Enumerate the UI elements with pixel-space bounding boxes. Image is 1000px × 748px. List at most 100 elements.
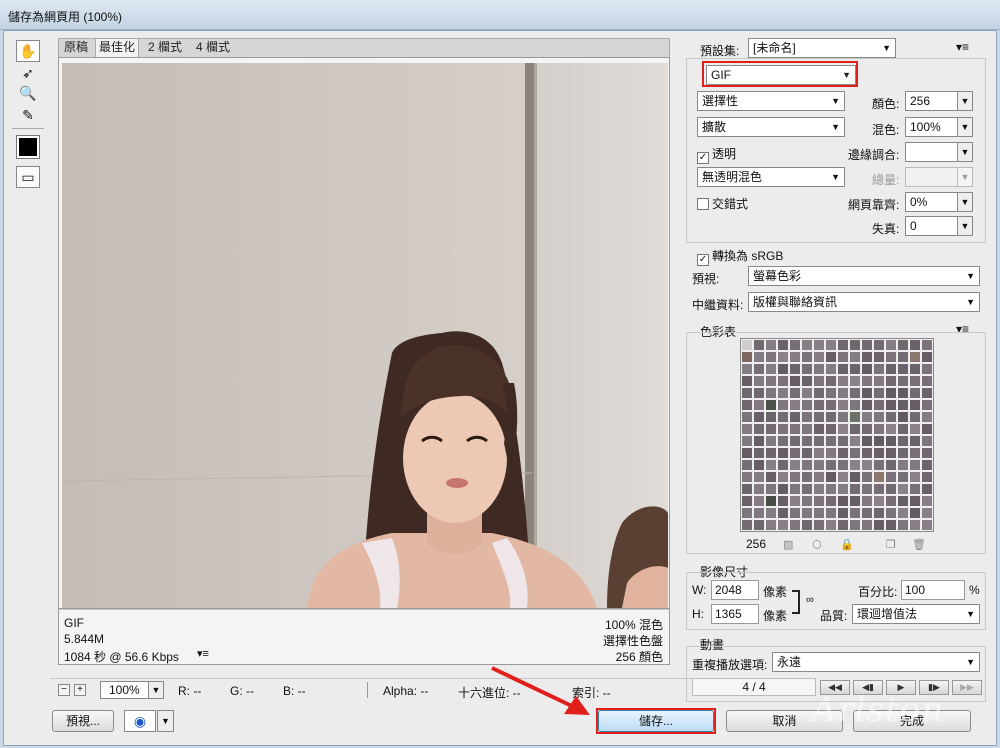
color-swatch[interactable] bbox=[741, 483, 753, 495]
color-swatch[interactable] bbox=[885, 483, 897, 495]
color-swatch[interactable] bbox=[921, 363, 933, 375]
color-swatch[interactable] bbox=[789, 423, 801, 435]
color-swatch[interactable] bbox=[813, 423, 825, 435]
color-swatch[interactable] bbox=[753, 411, 765, 423]
color-swatch[interactable] bbox=[765, 339, 777, 351]
color-swatch[interactable] bbox=[885, 519, 897, 531]
color-swatch[interactable] bbox=[873, 375, 885, 387]
color-swatch[interactable] bbox=[885, 447, 897, 459]
color-swatch[interactable] bbox=[741, 423, 753, 435]
color-swatch[interactable] bbox=[837, 435, 849, 447]
color-swatch[interactable] bbox=[861, 423, 873, 435]
color-swatch[interactable] bbox=[789, 459, 801, 471]
color-swatch[interactable] bbox=[837, 483, 849, 495]
preset-select[interactable]: [未命名] ▼ bbox=[748, 38, 896, 58]
eyedropper-tool-icon[interactable]: ✎ bbox=[16, 104, 40, 126]
color-swatch[interactable] bbox=[789, 507, 801, 519]
color-swatch[interactable] bbox=[873, 399, 885, 411]
color-swatch[interactable] bbox=[897, 387, 909, 399]
color-swatch[interactable] bbox=[741, 495, 753, 507]
color-swatch[interactable] bbox=[849, 519, 861, 531]
color-swatch[interactable] bbox=[849, 399, 861, 411]
color-swatch[interactable] bbox=[909, 351, 921, 363]
color-swatch[interactable] bbox=[921, 459, 933, 471]
color-swatch[interactable] bbox=[753, 363, 765, 375]
color-swatch[interactable] bbox=[921, 435, 933, 447]
preset-menu-icon[interactable]: ▾≡ bbox=[956, 40, 969, 54]
color-swatch[interactable] bbox=[861, 339, 873, 351]
color-swatch[interactable] bbox=[837, 411, 849, 423]
color-swatch[interactable] bbox=[777, 459, 789, 471]
color-swatch[interactable] bbox=[765, 435, 777, 447]
height-field[interactable]: 1365 bbox=[711, 604, 759, 624]
color-swatch[interactable] bbox=[909, 375, 921, 387]
color-swatch[interactable] bbox=[741, 363, 753, 375]
new-color-icon[interactable]: ❐ bbox=[886, 538, 896, 551]
color-swatch[interactable] bbox=[825, 507, 837, 519]
color-swatch[interactable] bbox=[789, 339, 801, 351]
color-swatch[interactable] bbox=[897, 351, 909, 363]
color-swatch[interactable] bbox=[753, 351, 765, 363]
color-swatch[interactable] bbox=[825, 471, 837, 483]
color-swatch[interactable] bbox=[777, 423, 789, 435]
color-swatch[interactable] bbox=[885, 411, 897, 423]
color-swatch[interactable] bbox=[741, 447, 753, 459]
color-swatch[interactable] bbox=[789, 435, 801, 447]
color-swatch[interactable] bbox=[753, 483, 765, 495]
color-swatch[interactable] bbox=[813, 483, 825, 495]
color-swatch[interactable] bbox=[825, 459, 837, 471]
color-swatch[interactable] bbox=[849, 447, 861, 459]
color-swatch[interactable] bbox=[789, 375, 801, 387]
color-swatch[interactable] bbox=[765, 459, 777, 471]
browser-icon[interactable]: ◉ bbox=[124, 710, 156, 732]
interlaced-checkbox[interactable]: 交錯式 bbox=[697, 195, 748, 212]
color-swatch[interactable] bbox=[921, 519, 933, 531]
preview-select[interactable]: 螢幕色彩 ▼ bbox=[748, 266, 980, 286]
color-swatch[interactable] bbox=[789, 519, 801, 531]
color-swatch[interactable] bbox=[765, 519, 777, 531]
color-swatch[interactable] bbox=[741, 459, 753, 471]
color-swatch[interactable] bbox=[825, 447, 837, 459]
color-swatch[interactable] bbox=[777, 363, 789, 375]
color-swatch[interactable] bbox=[909, 495, 921, 507]
color-swatch[interactable] bbox=[885, 423, 897, 435]
color-swatch[interactable] bbox=[897, 363, 909, 375]
color-swatch[interactable] bbox=[909, 423, 921, 435]
color-swatch[interactable] bbox=[897, 423, 909, 435]
color-swatch[interactable] bbox=[849, 507, 861, 519]
color-swatch[interactable] bbox=[849, 339, 861, 351]
color-swatch[interactable] bbox=[873, 351, 885, 363]
color-swatch[interactable] bbox=[813, 507, 825, 519]
zoom-out-icon[interactable]: − bbox=[58, 684, 70, 696]
color-swatch[interactable] bbox=[885, 507, 897, 519]
color-swatch[interactable] bbox=[837, 519, 849, 531]
color-swatch[interactable] bbox=[765, 507, 777, 519]
color-swatch[interactable] bbox=[741, 507, 753, 519]
tab-original[interactable]: 原稿 bbox=[61, 39, 91, 57]
metadata-select[interactable]: 版權與聯絡資訊 ▼ bbox=[748, 292, 980, 312]
color-swatch[interactable] bbox=[837, 495, 849, 507]
color-swatch[interactable] bbox=[753, 423, 765, 435]
browser-menu-chevron-down-icon[interactable]: ▼ bbox=[157, 710, 174, 732]
color-swatch[interactable] bbox=[909, 435, 921, 447]
color-swatch[interactable] bbox=[753, 399, 765, 411]
color-swatch[interactable] bbox=[813, 435, 825, 447]
color-swatch[interactable] bbox=[873, 495, 885, 507]
color-swatch[interactable] bbox=[801, 459, 813, 471]
color-swatch[interactable] bbox=[789, 495, 801, 507]
color-swatch[interactable] bbox=[849, 459, 861, 471]
transparency-checkbox[interactable]: ✓ 透明 bbox=[697, 145, 736, 164]
color-swatch[interactable] bbox=[885, 435, 897, 447]
color-swatch[interactable] bbox=[777, 375, 789, 387]
color-swatch[interactable] bbox=[897, 459, 909, 471]
color-swatch[interactable] bbox=[921, 423, 933, 435]
link-icon[interactable]: ∞ bbox=[806, 594, 814, 606]
color-swatch[interactable] bbox=[921, 447, 933, 459]
tab-2-up[interactable]: 2 欄式 bbox=[145, 39, 185, 57]
color-swatch[interactable] bbox=[753, 495, 765, 507]
color-swatch[interactable] bbox=[885, 399, 897, 411]
color-swatch[interactable] bbox=[801, 411, 813, 423]
color-swatch[interactable] bbox=[909, 471, 921, 483]
colors-select[interactable]: 256 ▼ bbox=[905, 91, 973, 111]
color-swatch[interactable] bbox=[813, 471, 825, 483]
